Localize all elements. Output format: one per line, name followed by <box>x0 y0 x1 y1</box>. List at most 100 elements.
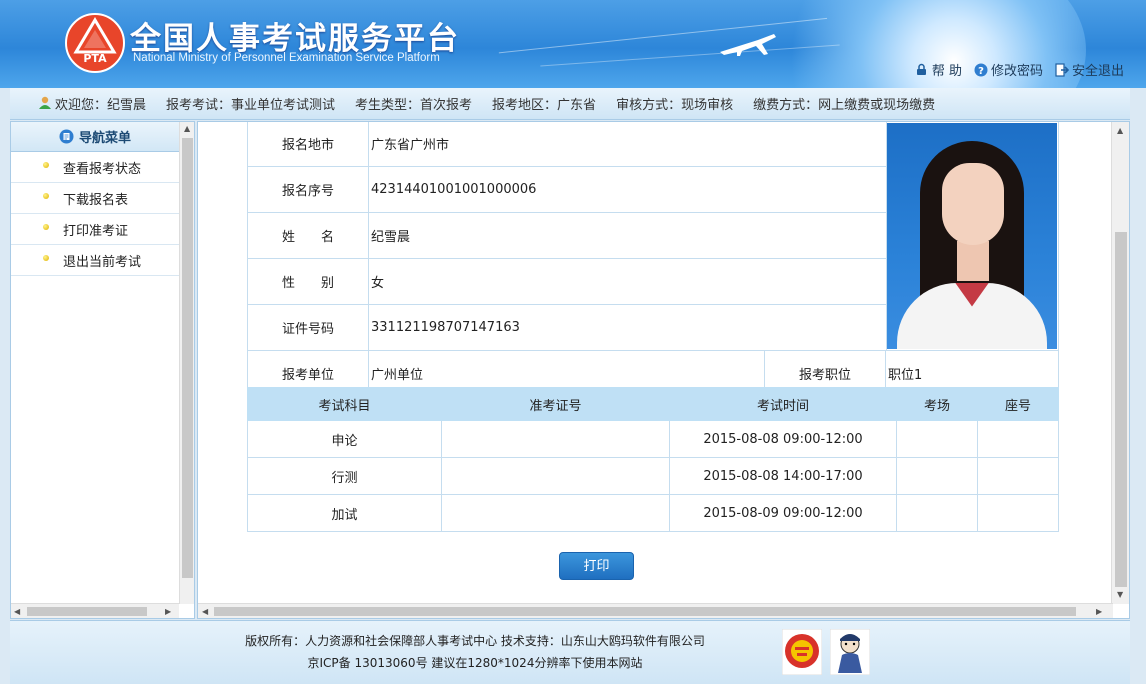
time-cell: 2015-08-08 09:00-12:00 <box>669 420 897 458</box>
field-value: 331121198707147163 <box>368 304 887 351</box>
scroll-thumb[interactable] <box>1115 232 1127 587</box>
bullet-icon <box>43 162 49 168</box>
nav-item-print-ticket[interactable]: 打印准考证 <box>11 214 179 245</box>
field-value: 女 <box>368 258 887 305</box>
table-row: 行测 2015-08-08 14:00-17:00 <box>247 457 1059 495</box>
column-header: 考试科目 <box>247 387 442 421</box>
seat-cell <box>977 420 1059 458</box>
footer: 版权所有：人力资源和社会保障部人事考试中心 技术支持：山东山大鸥玛软件有限公司 … <box>10 620 1130 684</box>
exam-text: 报考考试：事业单位考试测试 <box>166 98 336 113</box>
scroll-thumb[interactable] <box>214 607 1076 616</box>
field-value: 42314401001001000006 <box>368 166 887 213</box>
review-method-text: 审核方式：现场审核 <box>616 98 734 113</box>
lock-icon <box>915 63 929 77</box>
logout-link[interactable]: 安全退出 <box>1055 60 1124 79</box>
nav-header: 导航菜单 <box>11 122 179 152</box>
logo-text: PTA <box>83 52 107 65</box>
help-link[interactable]: 帮 助 <box>915 60 962 79</box>
field-label: 报名地市 <box>247 122 369 167</box>
welcome-label: 欢迎您：纪雪晨 <box>55 98 147 113</box>
column-header: 准考证号 <box>441 387 670 421</box>
field-value: 广东省广州市 <box>368 122 887 167</box>
candidate-type-text: 考生类型：首次报考 <box>355 98 473 113</box>
change-password-link[interactable]: ? 修改密码 <box>974 60 1043 79</box>
candidate-info-table: 报名地市 广东省广州市 报名序号 42314401001001000006 姓 … <box>247 122 1059 397</box>
subject-cell: 加试 <box>247 494 442 532</box>
field-label: 性 别 <box>247 258 369 305</box>
payment-method-text: 缴费方式：网上缴费或现场缴费 <box>753 98 936 113</box>
exam-schedule-table: 考试科目 准考证号 考试时间 考场 座号 申论 2015-08-08 09:00… <box>247 387 1059 532</box>
logout-label: 安全退出 <box>1071 64 1124 79</box>
seat-cell <box>977 457 1059 495</box>
candidate-photo <box>887 122 1057 349</box>
field-label: 报名序号 <box>247 166 369 213</box>
nav-panel: 导航菜单 查看报考状态 下载报名表 打印准考证 退出当前考试 ▲ ◀ ▶ <box>10 121 195 619</box>
bullet-icon <box>43 193 49 199</box>
column-header: 座号 <box>977 387 1059 421</box>
scroll-left-icon[interactable]: ◀ <box>202 607 208 616</box>
bullet-icon <box>43 224 49 230</box>
field-label: 姓 名 <box>247 212 369 259</box>
svg-text:?: ? <box>978 66 984 77</box>
scroll-thumb[interactable] <box>27 607 147 616</box>
subject-cell: 申论 <box>247 420 442 458</box>
business-license-badge-icon[interactable] <box>782 629 822 675</box>
bullet-icon <box>43 255 49 261</box>
scroll-left-icon[interactable]: ◀ <box>14 607 20 616</box>
table-row: 加试 2015-08-09 09:00-12:00 <box>247 494 1059 532</box>
welcome-text: 欢迎您：纪雪晨 <box>38 94 146 113</box>
question-icon: ? <box>974 63 988 77</box>
candidate-info-bar: 欢迎您：纪雪晨 报考考试：事业单位考试测试 考生类型：首次报考 报考地区：广东省… <box>10 88 1130 120</box>
nav-item-label: 下载报名表 <box>63 192 129 208</box>
help-label: 帮 助 <box>931 64 962 79</box>
scroll-down-icon[interactable]: ▼ <box>1117 590 1123 599</box>
field-label: 证件号码 <box>247 304 369 351</box>
column-header: 考场 <box>896 387 978 421</box>
ticket-cell <box>441 420 670 458</box>
table-header-row: 考试科目 准考证号 考试时间 考场 座号 <box>247 387 1059 421</box>
police-badge-icon[interactable] <box>830 629 870 675</box>
scroll-thumb[interactable] <box>182 138 193 578</box>
field-value: 纪雪晨 <box>368 212 887 259</box>
airplane-icon <box>720 34 776 56</box>
header-banner: PTA 全国人事考试服务平台 National Ministry of Pers… <box>0 0 1146 88</box>
print-button[interactable]: 打印 <box>559 552 634 580</box>
scroll-right-icon[interactable]: ▶ <box>165 607 171 616</box>
scroll-up-icon[interactable]: ▲ <box>184 124 190 133</box>
subject-cell: 行测 <box>247 457 442 495</box>
column-header: 考试时间 <box>669 387 897 421</box>
room-cell <box>896 420 978 458</box>
main-panel: 报名地市 广东省广州市 报名序号 42314401001001000006 姓 … <box>197 121 1130 619</box>
top-links: 帮 助 ? 修改密码 安全退出 <box>915 60 1124 79</box>
menu-icon <box>59 129 74 144</box>
table-row: 申论 2015-08-08 09:00-12:00 <box>247 420 1059 458</box>
nav-vertical-scrollbar[interactable]: ▲ <box>179 122 194 604</box>
nav-horizontal-scrollbar[interactable]: ◀ ▶ <box>11 603 179 618</box>
room-cell <box>896 494 978 532</box>
logout-icon <box>1055 62 1069 77</box>
page: PTA 全国人事考试服务平台 National Ministry of Pers… <box>0 0 1146 684</box>
user-icon <box>39 96 51 109</box>
time-cell: 2015-08-09 09:00-12:00 <box>669 494 897 532</box>
nav-item-label: 退出当前考试 <box>63 254 142 270</box>
seat-cell <box>977 494 1059 532</box>
region-text: 报考地区：广东省 <box>492 98 597 113</box>
photo-cell <box>886 122 1059 351</box>
main-vertical-scrollbar[interactable]: ▲ ▼ <box>1111 122 1129 604</box>
room-cell <box>896 457 978 495</box>
main-horizontal-scrollbar[interactable]: ◀ ▶ <box>198 603 1113 618</box>
nav-item-label: 打印准考证 <box>63 223 129 239</box>
table-row: 报名地市 广东省广州市 <box>247 122 1059 351</box>
time-cell: 2015-08-08 14:00-17:00 <box>669 457 897 495</box>
pta-logo: PTA <box>65 13 125 73</box>
ticket-cell <box>441 494 670 532</box>
nav-item-download-form[interactable]: 下载报名表 <box>11 183 179 214</box>
nav-item-label: 查看报考状态 <box>63 161 142 177</box>
change-password-label: 修改密码 <box>990 64 1043 79</box>
scroll-right-icon[interactable]: ▶ <box>1096 607 1102 616</box>
site-subtitle: National Ministry of Personnel Examinati… <box>133 52 440 64</box>
ticket-cell <box>441 457 670 495</box>
scroll-up-icon[interactable]: ▲ <box>1117 126 1123 135</box>
nav-item-exit-exam[interactable]: 退出当前考试 <box>11 245 179 276</box>
nav-item-view-status[interactable]: 查看报考状态 <box>11 152 179 183</box>
